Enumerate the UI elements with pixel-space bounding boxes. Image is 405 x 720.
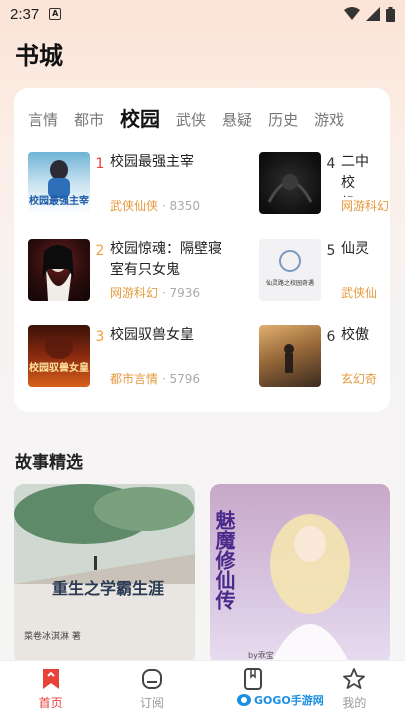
gogo-logo-icon: [237, 694, 251, 706]
book-title-5[interactable]: 仙灵: [341, 239, 381, 260]
nav-subscribe-label: 订阅: [139, 696, 164, 710]
book-cover-4[interactable]: [259, 152, 321, 214]
book-title-1[interactable]: 校园最强主宰: [110, 152, 230, 173]
nav-profile[interactable]: 我的: [304, 661, 405, 720]
rank-number-4: 4: [326, 156, 336, 172]
story-card-2[interactable]: 魅魔修仙传 by乖宝: [210, 484, 390, 664]
story-cover-1-author: 菜卷冰淇淋 著: [24, 630, 81, 642]
ranking-item-3[interactable]: 校园驭兽女皇 3 校园驭兽女皇 都市言情 · 5796: [28, 325, 268, 389]
star-profile-icon: [343, 668, 366, 689]
category-tabs: 言情 都市 校园 武侠 悬疑 历史 游戏: [14, 100, 390, 136]
battery-icon: [386, 6, 395, 22]
book-title-2[interactable]: 校园惊魂：隔壁寝室有只女鬼: [110, 239, 230, 281]
book-genre-2: 网游科幻: [110, 286, 159, 300]
book-cover-1[interactable]: 校园最强主宰: [28, 152, 90, 214]
bookmark-home-icon: [42, 669, 59, 689]
tab-xiaoyuan[interactable]: 校园: [120, 103, 160, 136]
book-cover-6[interactable]: [259, 325, 321, 387]
book-genre-5: 武侠仙: [341, 286, 378, 300]
nav-bookshelf[interactable]: 书架: [203, 661, 304, 720]
rank-number-1: 1: [95, 156, 105, 172]
story-cover-2-art: 魅魔修仙传 by乖宝: [212, 509, 350, 664]
story-cover-1-title: 重生之学霸生涯: [52, 579, 164, 598]
book-meta-6: 玄幻奇: [341, 370, 381, 387]
book-info-5: 仙灵 武侠仙: [341, 239, 381, 301]
status-icons: [344, 6, 395, 22]
story-card-1[interactable]: 重生之学霸生涯 菜卷冰淇淋 著: [14, 484, 195, 664]
book-cover-3-text: 校园驭兽女皇: [29, 361, 89, 374]
bottom-nav: 首页 订阅 书架 我的: [0, 660, 405, 720]
book-genre-1: 武侠仙侠: [110, 199, 159, 213]
bookshelf-icon: [244, 668, 263, 690]
ranking-grid: 校园最强主宰 1 校园最强主宰 武侠仙侠 · 8350 2 校园惊魂：隔壁寝室有…: [14, 148, 390, 408]
book-count-3: 5796: [169, 372, 201, 386]
signal-icon: [366, 7, 380, 21]
nav-home-label: 首页: [38, 696, 63, 710]
tab-lishi[interactable]: 历史: [268, 109, 298, 136]
status-time: 2:37: [10, 5, 40, 23]
book-cover-2-art: [42, 245, 74, 301]
nav-home[interactable]: 首页: [0, 661, 101, 720]
book-info-6: 校傲 玄幻奇: [341, 325, 381, 387]
book-meta-1: 武侠仙侠 · 8350: [110, 199, 201, 213]
notification-a-icon: A: [49, 8, 62, 20]
book-genre-3: 都市言情: [110, 372, 159, 386]
book-cover-5-art: 仙灵路之校园奇遇: [266, 250, 314, 287]
tab-xuanyi[interactable]: 悬疑: [222, 109, 252, 136]
nav-subscribe[interactable]: 订阅: [101, 661, 202, 720]
book-cover-6-art: [284, 344, 294, 373]
watermark: GOGO手游网: [236, 692, 324, 708]
book-cover-2[interactable]: [28, 239, 90, 301]
book-genre-4: 网游科幻: [341, 199, 390, 213]
book-cover-1-art: 校园最强主宰: [29, 160, 89, 207]
ranking-item-6[interactable]: 6 校傲 玄幻奇: [259, 325, 390, 389]
rank-number-5: 5: [326, 243, 336, 259]
ranking-item-5[interactable]: 仙灵路之校园奇遇 5 仙灵 武侠仙: [259, 239, 390, 303]
book-info-3: 校园驭兽女皇 都市言情 · 5796: [110, 325, 230, 387]
rank-number-2: 2: [95, 243, 105, 259]
ranking-item-1[interactable]: 校园最强主宰 1 校园最强主宰 武侠仙侠 · 8350: [28, 152, 268, 216]
book-cover-3[interactable]: 校园驭兽女皇: [28, 325, 90, 387]
page-title: 书城: [15, 42, 63, 70]
wifi-icon: [344, 7, 360, 20]
tab-yanqing[interactable]: 言情: [28, 109, 58, 136]
book-cover-5-text: 仙灵路之校园奇遇: [266, 279, 314, 287]
book-cover-5[interactable]: 仙灵路之校园奇遇: [259, 239, 321, 301]
watermark-text: GOGO手游网: [254, 694, 324, 707]
tab-youxi[interactable]: 游戏: [314, 109, 344, 136]
story-cover-1-art: 重生之学霸生涯 菜卷冰淇淋 著: [14, 484, 195, 642]
rank-number-3: 3: [95, 329, 105, 345]
book-info-1: 校园最强主宰 武侠仙侠 · 8350: [110, 152, 230, 214]
book-info-4: 二中校机 网游科幻: [341, 152, 389, 214]
book-cover-3-art: 校园驭兽女皇: [29, 335, 89, 374]
rank-number-6: 6: [326, 329, 336, 345]
book-genre-6: 玄幻奇: [341, 372, 378, 386]
book-cover-4-art: [267, 174, 313, 203]
nav-profile-label: 我的: [342, 696, 367, 710]
story-cover-2-author: by乖宝: [248, 650, 274, 660]
subscribe-icon: [141, 669, 162, 689]
book-meta-2: 网游科幻 · 7936: [110, 286, 201, 300]
book-meta-4: 网游科幻: [341, 197, 389, 214]
book-info-2: 校园惊魂：隔壁寝室有只女鬼 网游科幻 · 7936: [110, 239, 230, 301]
book-title-6[interactable]: 校傲: [341, 325, 381, 346]
ranking-item-4[interactable]: 4 二中校机 网游科幻: [259, 152, 390, 216]
book-count-1: 8350: [169, 199, 201, 213]
book-meta-5: 武侠仙: [341, 284, 381, 301]
story-cover-2-title: 魅魔修仙传: [212, 509, 236, 611]
ranking-card: 言情 都市 校园 武侠 悬疑 历史 游戏 校园最强主宰 1 校园最强主宰 武侠仙…: [14, 88, 390, 412]
tab-dushi[interactable]: 都市: [74, 109, 104, 136]
book-title-4[interactable]: 二中校机: [341, 152, 381, 197]
stories-section-title: 故事精选: [15, 453, 83, 473]
book-meta-3: 都市言情 · 5796: [110, 372, 201, 386]
tab-wuxia[interactable]: 武侠: [176, 109, 206, 136]
status-bar: 2:37 A: [0, 0, 405, 28]
book-title-3[interactable]: 校园驭兽女皇: [110, 325, 230, 346]
ranking-item-2[interactable]: 2 校园惊魂：隔壁寝室有只女鬼 网游科幻 · 7936: [28, 239, 268, 303]
book-count-2: 7936: [169, 286, 201, 300]
book-cover-1-text: 校园最强主宰: [29, 194, 89, 207]
